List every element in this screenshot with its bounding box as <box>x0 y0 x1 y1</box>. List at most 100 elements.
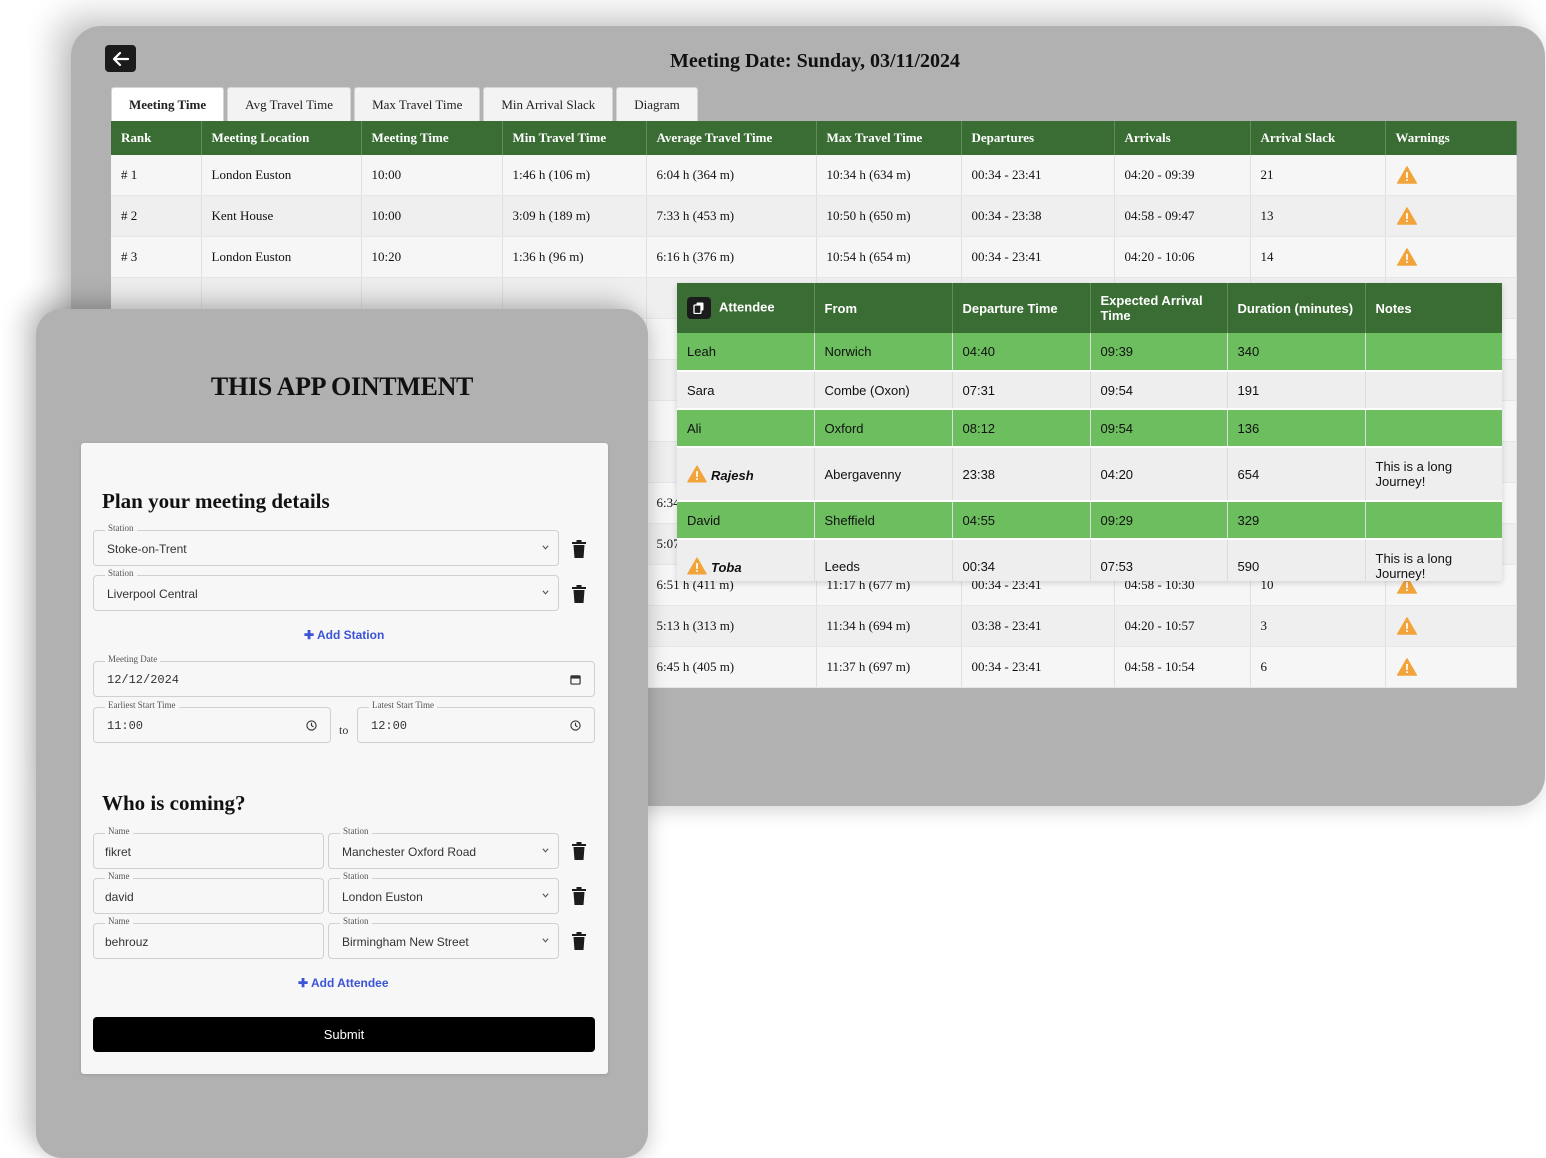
result-cell: 11:34 h (694 m) <box>816 605 962 647</box>
attendee-notes-cell: This is a long Journey! <box>1365 539 1502 581</box>
attendee-row[interactable]: Sara Combe (Oxon) 07:31 09:54 191 <box>677 371 1502 410</box>
name-value: david <box>105 890 134 904</box>
attendee-station-select[interactable]: Station Manchester Oxford Road <box>328 826 559 869</box>
attendee-duration-cell: 340 <box>1227 333 1366 372</box>
name-label: Name <box>105 916 133 926</box>
add-station-button[interactable]: ✚ Add Station <box>304 628 384 642</box>
result-cell: 04:58 - 10:54 <box>1114 646 1251 688</box>
column-header[interactable]: Meeting Time <box>361 121 503 155</box>
result-cell: 10:00 <box>361 195 503 237</box>
meeting-date-input[interactable]: Meeting Date 12/12/2024 <box>93 654 595 697</box>
attendee-duration-cell: 191 <box>1227 371 1366 410</box>
attendee-station-select[interactable]: Station Birmingham New Street <box>328 916 559 959</box>
chevron-down-icon <box>542 589 549 596</box>
warning-icon[interactable] <box>1396 617 1418 635</box>
attendee-column-header: Duration (minutes) <box>1227 283 1366 333</box>
result-row[interactable]: # 3 London Euston 10:20 1:36 h (96 m) 6:16 h… <box>111 236 1517 278</box>
clock-icon[interactable] <box>306 720 317 731</box>
result-cell: 04:20 - 09:39 <box>1114 155 1251 196</box>
attendee-departure-cell: 08:12 <box>952 409 1091 448</box>
result-row[interactable]: # 2 Kent House 10:00 3:09 h (189 m) 7:33 h (… <box>111 195 1517 237</box>
result-cell: 14 <box>1250 236 1386 278</box>
result-cell: 10:34 h (634 m) <box>816 155 962 196</box>
column-header[interactable]: Meeting Location <box>201 121 362 155</box>
submit-button[interactable]: Submit <box>93 1017 595 1052</box>
result-cell: 04:20 - 10:57 <box>1114 605 1251 647</box>
attendee-from-cell: Abergavenny <box>814 447 953 502</box>
trash-icon[interactable] <box>572 887 586 905</box>
result-cell: 6:04 h (364 m) <box>646 155 817 196</box>
station-value: Stoke-on-Trent <box>107 542 187 556</box>
latest-start-time-input[interactable]: Latest Start Time 12:00 <box>357 700 595 743</box>
column-header[interactable]: Warnings <box>1385 121 1517 155</box>
station-label: Station <box>340 826 372 836</box>
warning-icon[interactable] <box>1396 248 1418 266</box>
warnings-cell <box>1385 605 1517 647</box>
attendee-departure-cell: 07:31 <box>952 371 1091 410</box>
result-row[interactable]: # 1 London Euston 10:00 1:46 h (106 m) 6:04 … <box>111 155 1517 196</box>
result-cell: # 1 <box>111 155 202 196</box>
attendee-row[interactable]: Rajesh Abergavenny 23:38 04:20 654 This is a … <box>677 447 1502 502</box>
to-label: to <box>339 723 349 737</box>
earliest-start-time-input[interactable]: Earliest Start Time 11:00 <box>93 700 331 743</box>
warning-icon[interactable] <box>1396 207 1418 225</box>
station-label: Station <box>105 568 137 578</box>
trash-icon[interactable] <box>572 842 586 860</box>
station-label: Station <box>340 916 372 926</box>
attendee-column-header: Expected Arrival Time <box>1090 283 1228 333</box>
column-header[interactable]: Arrivals <box>1114 121 1251 155</box>
attendee-from-cell: Sheffield <box>814 501 953 540</box>
copy-button[interactable] <box>687 297 711 319</box>
attendee-row[interactable]: David Sheffield 04:55 09:29 329 <box>677 501 1502 540</box>
column-header[interactable]: Average Travel Time <box>646 121 817 155</box>
attendee-name-input[interactable]: Name fikret <box>93 826 324 869</box>
chevron-down-icon <box>542 544 549 551</box>
tab-diagram[interactable]: Diagram <box>616 87 698 121</box>
warnings-cell <box>1385 155 1517 196</box>
attendee-name-input[interactable]: Name david <box>93 871 324 914</box>
attendee-name-cell: Ali <box>677 409 815 448</box>
attendee-name-cell: Sara <box>677 371 815 410</box>
warning-icon[interactable] <box>1396 166 1418 184</box>
meeting-date-value: 12/12/2024 <box>107 673 180 687</box>
warning-icon[interactable] <box>1396 658 1418 676</box>
warnings-cell <box>1385 646 1517 688</box>
attendee-name-input[interactable]: Name behrouz <box>93 916 324 959</box>
attendee-notes-cell <box>1365 333 1502 372</box>
tab-meeting-time[interactable]: Meeting Time <box>111 87 225 121</box>
station-select-1[interactable]: Station Stoke-on-Trent <box>93 523 559 566</box>
attendee-column-header: From <box>814 283 953 333</box>
column-header[interactable]: Max Travel Time <box>816 121 962 155</box>
result-cell: 3:09 h (189 m) <box>502 195 647 237</box>
attendee-station-select[interactable]: Station London Euston <box>328 871 559 914</box>
trash-icon[interactable] <box>572 932 586 950</box>
column-header[interactable]: Min Travel Time <box>502 121 647 155</box>
station-select-2[interactable]: Station Liverpool Central <box>93 568 559 611</box>
attendee-table: Attendee From Departure Time Expected Ar… <box>677 283 1502 581</box>
plan-heading: Plan your meeting details <box>102 489 330 513</box>
trash-icon[interactable] <box>572 585 586 603</box>
app-title: THIS APP OINTMENT <box>210 372 474 401</box>
trash-icon[interactable] <box>572 540 586 558</box>
column-header[interactable]: Arrival Slack <box>1250 121 1386 155</box>
column-header[interactable]: Departures <box>961 121 1115 155</box>
chevron-down-icon <box>542 892 549 899</box>
latest-start-label: Latest Start Time <box>369 700 438 710</box>
tab-avg-travel-time[interactable]: Avg Travel Time <box>227 87 352 121</box>
tab-max-travel-time[interactable]: Max Travel Time <box>354 87 481 121</box>
tab-min-arrival-slack[interactable]: Min Arrival Slack <box>483 87 614 121</box>
result-cell: 04:20 - 10:06 <box>1114 236 1251 278</box>
attendee-row[interactable]: Ali Oxford 08:12 09:54 136 <box>677 409 1502 448</box>
result-cell: 10:54 h (654 m) <box>816 236 962 278</box>
result-cell: 7:33 h (453 m) <box>646 195 817 237</box>
column-header[interactable]: Rank <box>111 121 202 155</box>
result-cell: 10:20 <box>361 236 503 278</box>
clock-icon[interactable] <box>570 720 581 731</box>
plus-icon: ✚ <box>298 976 311 990</box>
attendee-departure-cell: 04:40 <box>952 333 1091 372</box>
add-attendee-button[interactable]: ✚ Add Attendee <box>298 976 389 990</box>
attendee-row[interactable]: Toba Leeds 00:34 07:53 590 This is a long Jou… <box>677 539 1502 581</box>
attendee-row[interactable]: Leah Norwich 04:40 09:39 340 <box>677 333 1502 372</box>
calendar-icon[interactable] <box>570 674 581 685</box>
result-cell: 5:13 h (313 m) <box>646 605 817 647</box>
